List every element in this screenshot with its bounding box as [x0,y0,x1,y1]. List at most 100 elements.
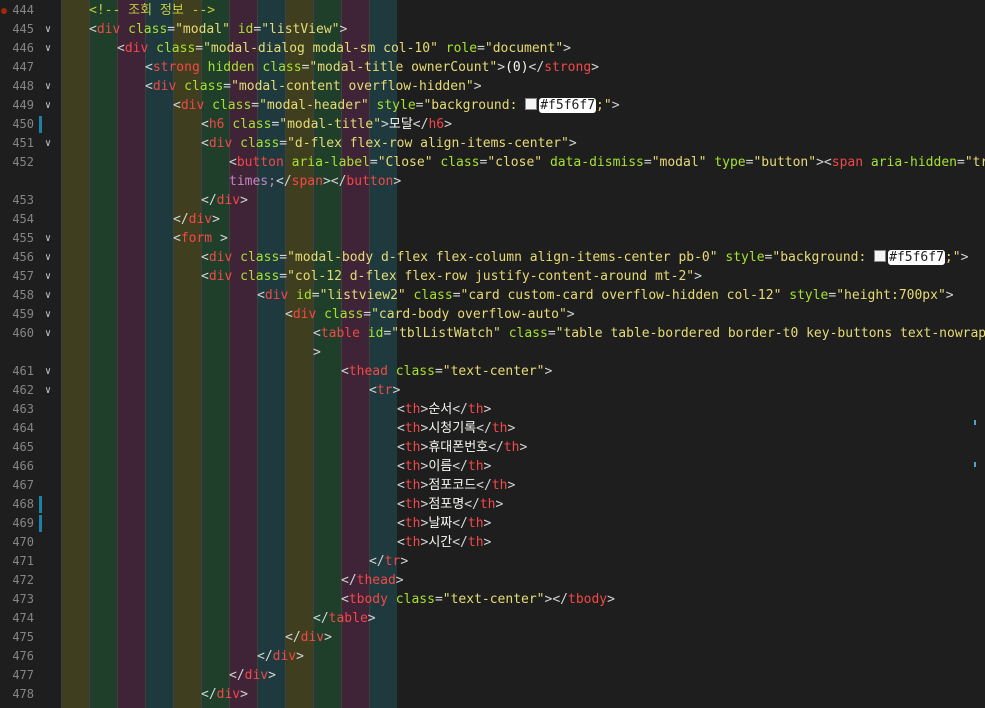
gutter-line[interactable]: 444 [0,1,60,20]
chevron-down-icon[interactable]: ∨ [41,20,55,39]
gutter-line[interactable]: 457 ∨ [0,267,60,286]
color-swatch-icon[interactable] [874,250,887,262]
token-punct: > [960,250,969,265]
code-line[interactable]: <div class="card-body overflow-auto"> [285,305,575,324]
token-attr: class [262,60,302,75]
chevron-down-icon[interactable]: ∨ [41,134,55,153]
gutter-line[interactable]: 459 ∨ [0,305,60,324]
chevron-down-icon[interactable]: ∨ [41,324,55,343]
gutter-line[interactable]: 445 ∨ [0,20,60,39]
gutter-line[interactable]: 461 ∨ [0,362,60,381]
chevron-down-icon[interactable]: ∨ [41,39,55,58]
code-area[interactable]: <!-- 조회 정보 --> <div class="modal" id="lis… [61,0,985,708]
code-line[interactable]: <h6 class="modal-title">모달</h6> [201,115,452,134]
code-line[interactable]: <th>점포코드</th> [397,476,515,495]
gutter-line[interactable]: 477 [0,666,60,685]
code-editor[interactable]: 444 445 ∨ 446 ∨ 447 448 ∨ 449 ∨ 450 451 ∨ 452 453 454 45… [0,0,985,708]
code-line[interactable]: <div class="modal" id="listView"> [89,20,347,39]
code-line[interactable]: <form > [173,229,228,248]
token-tag: div [244,668,269,683]
gutter-line[interactable] [0,343,60,362]
gutter-line[interactable]: 478 [0,685,60,704]
gutter-line[interactable]: 460 ∨ [0,324,60,343]
code-line[interactable]: <div class="modal-content overflow-hidde… [145,77,482,96]
gutter-line[interactable]: 456 ∨ [0,248,60,267]
gutter-line[interactable]: 471 [0,552,60,571]
code-line[interactable]: </div> [257,647,304,666]
code-line[interactable]: <thead class="text-center"> [341,362,552,381]
code-line[interactable]: <table id="tblListWatch" class="table ta… [313,324,985,343]
gutter-line[interactable]: 465 [0,438,60,457]
chevron-down-icon[interactable]: ∨ [41,96,55,115]
line-number-gutter[interactable]: 444 445 ∨ 446 ∨ 447 448 ∨ 449 ∨ 450 451 ∨ 452 453 454 45… [0,0,60,708]
breakpoint-dot-icon[interactable] [1,8,7,14]
gutter-line[interactable]: 476 [0,647,60,666]
code-line[interactable]: <!-- 조회 정보 --> [89,1,215,20]
line-number: 460 [12,326,34,340]
gutter-line[interactable]: 472 [0,571,60,590]
gutter-line[interactable]: 449 ∨ [0,96,60,115]
code-line[interactable]: <tbody class="text-center"></tbody> [341,590,615,609]
gutter-line[interactable]: 447 [0,58,60,77]
gutter-line[interactable]: 452 [0,153,60,172]
gutter-line[interactable]: 446 ∨ [0,39,60,58]
gutter-line[interactable]: 451 ∨ [0,134,60,153]
code-line[interactable]: <div class="modal-dialog modal-sm col-10… [117,39,571,58]
code-line[interactable]: <th>시간</th> [397,533,491,552]
gutter-line[interactable]: 458 ∨ [0,286,60,305]
gutter-line[interactable]: 470 [0,533,60,552]
code-line[interactable]: <th>순서</th> [397,400,491,419]
gutter-line[interactable]: 454 [0,210,60,229]
code-line[interactable]: <th>휴대폰번호</th> [397,438,527,457]
code-line[interactable]: times;</span></button> [229,172,401,191]
code-line[interactable]: <div class="modal-body d-flex flex-colum… [201,248,968,267]
code-line[interactable]: <div id="listview2" class="card custom-c… [257,286,954,305]
chevron-down-icon[interactable]: ∨ [41,229,55,248]
code-line[interactable]: <div class="d-flex flex-row align-items-… [201,134,577,153]
code-line[interactable]: </div> [173,210,220,229]
gutter-line[interactable]: 473 [0,590,60,609]
gutter-line[interactable]: 450 [0,115,60,134]
code-line[interactable]: <strong hidden class="modal-title ownerC… [145,58,599,77]
chevron-down-icon[interactable]: ∨ [41,77,55,96]
token-punct: < [173,231,181,246]
code-line[interactable]: <th>점포명</th> [397,495,503,514]
code-line[interactable]: </div> [201,191,248,210]
gutter-line[interactable]: 455 ∨ [0,229,60,248]
gutter-line[interactable]: 474 [0,609,60,628]
code-line[interactable]: <button aria-label="Close" class="close"… [229,153,985,172]
gutter-line[interactable]: 462 ∨ [0,381,60,400]
gutter-line[interactable]: 475 [0,628,60,647]
gutter-line[interactable]: 448 ∨ [0,77,60,96]
chevron-down-icon[interactable]: ∨ [41,248,55,267]
code-line[interactable]: <div class="col-12 d-flex flex-row justi… [201,267,702,286]
code-line[interactable]: <th>이름</th> [397,457,491,476]
scrollbar-marker [974,420,976,425]
code-line[interactable]: <th>시청기록</th> [397,419,515,438]
chevron-down-icon[interactable]: ∨ [41,362,55,381]
gutter-line[interactable]: 466 [0,457,60,476]
gutter-line[interactable] [0,172,60,191]
gutter-line[interactable]: 453 [0,191,60,210]
code-line[interactable]: <div class="modal-header" style="backgro… [173,96,620,115]
chevron-down-icon[interactable]: ∨ [41,286,55,305]
code-line[interactable]: <th>날짜</th> [397,514,491,533]
code-line[interactable]: </thead> [341,571,404,590]
chevron-down-icon[interactable]: ∨ [41,381,55,400]
chevron-down-icon[interactable]: ∨ [41,305,55,324]
gutter-line[interactable]: 467 [0,476,60,495]
code-line[interactable]: </div> [201,685,248,704]
code-line[interactable]: <tr> [369,381,400,400]
gutter-line[interactable]: 469 [0,514,60,533]
gutter-line[interactable]: 463 [0,400,60,419]
code-line[interactable]: </tr> [369,552,408,571]
gutter-line[interactable]: 464 [0,419,60,438]
code-line[interactable]: > [313,343,321,362]
code-line[interactable]: </div> [285,628,332,647]
code-line[interactable]: </div> [229,666,276,685]
gutter-line[interactable]: 468 [0,495,60,514]
code-line[interactable]: </table> [313,609,376,628]
color-swatch-icon[interactable] [525,98,538,110]
chevron-down-icon[interactable]: ∨ [41,267,55,286]
token-str: "Close" [377,155,433,170]
